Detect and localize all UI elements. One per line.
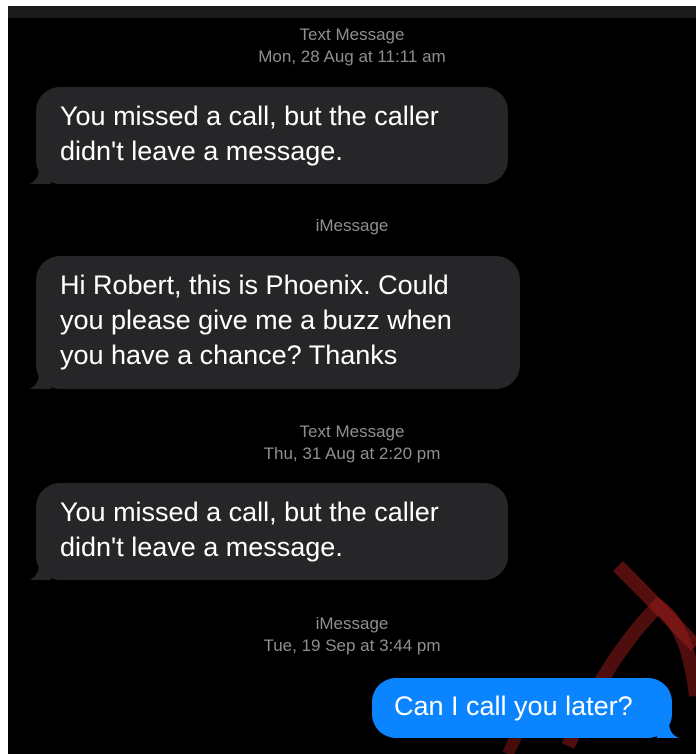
message-bubble-outgoing[interactable]: Can I call you later? xyxy=(372,678,679,738)
bubble-tail xyxy=(29,558,51,580)
message-bubble-incoming[interactable]: You missed a call, but the caller didn't… xyxy=(29,87,508,184)
service-label: Text Message xyxy=(299,422,405,441)
message-meta: iMessage Tue, 19 Sep at 3:44 pm xyxy=(8,613,696,657)
message-bubble-incoming[interactable]: You missed a call, but the caller didn't… xyxy=(29,483,508,580)
timestamp: Mon, 28 Aug at 11:11 am xyxy=(258,47,446,66)
message-text: You missed a call, but the caller didn't… xyxy=(60,497,439,562)
service-label: Text Message xyxy=(299,25,405,44)
service-label: iMessage xyxy=(315,614,389,633)
message-bubble-incoming[interactable]: Hi Robert, this is Phoenix. Could you pl… xyxy=(29,256,520,389)
timestamp: Tue, 19 Sep at 3:44 pm xyxy=(263,636,441,655)
message-meta: Text Message Mon, 28 Aug at 11:11 am xyxy=(8,24,696,68)
timestamp: Thu, 31 Aug at 2:20 pm xyxy=(263,444,441,463)
message-text: You missed a call, but the caller didn't… xyxy=(60,101,439,166)
message-meta: Text Message Thu, 31 Aug at 2:20 pm xyxy=(8,421,696,465)
conversation-view: Text Message Mon, 28 Aug at 11:11 am You… xyxy=(8,6,696,754)
bubble-tail xyxy=(29,162,51,184)
top-bar xyxy=(8,6,696,18)
message-text: Can I call you later? xyxy=(394,691,633,721)
message-meta: iMessage xyxy=(8,215,696,237)
bubble-tail xyxy=(657,716,679,738)
message-text: Hi Robert, this is Phoenix. Could you pl… xyxy=(60,270,452,370)
bubble-tail xyxy=(29,367,51,389)
service-label: iMessage xyxy=(315,216,389,235)
